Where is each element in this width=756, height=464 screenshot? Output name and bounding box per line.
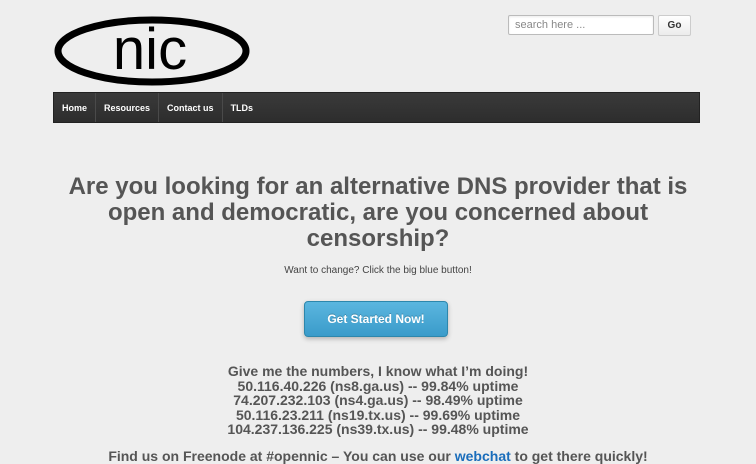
opennic-logo[interactable]: nic	[54, 14, 254, 90]
server-line: 50.116.40.226 (ns8.ga.us) -- 99.84% upti…	[237, 377, 519, 394]
go-button[interactable]: Go	[658, 15, 691, 36]
server-numbers: Give me the numbers, I know what I’m doi…	[0, 364, 756, 437]
nav-item-home[interactable]: Home	[54, 93, 97, 122]
nav-item-contact-us[interactable]: Contact us	[159, 93, 223, 122]
logo-text: nic	[113, 17, 187, 82]
server-line: 104.237.136.225 (ns39.tx.us) -- 99.48% u…	[227, 421, 529, 437]
nav-item-tlds[interactable]: TLDs	[223, 93, 262, 122]
main-navbar: Home Resources Contact us TLDs	[53, 92, 700, 123]
numbers-intro: Give me the numbers, I know what I’m doi…	[227, 363, 529, 379]
get-started-button[interactable]: Get Started Now!	[304, 301, 448, 337]
server-line: 50.116.23.211 (ns19.tx.us) -- 99.69% upt…	[235, 406, 521, 423]
nav-item-resources[interactable]: Resources	[96, 93, 160, 122]
page-headline: Are you looking for an alternative DNS p…	[68, 173, 688, 252]
change-prompt: Want to change? Click the big blue butto…	[284, 265, 472, 276]
server-line: 74.207.232.103 (ns4.ga.us) -- 98.49% upt…	[233, 392, 523, 408]
search-input[interactable]	[508, 15, 654, 35]
